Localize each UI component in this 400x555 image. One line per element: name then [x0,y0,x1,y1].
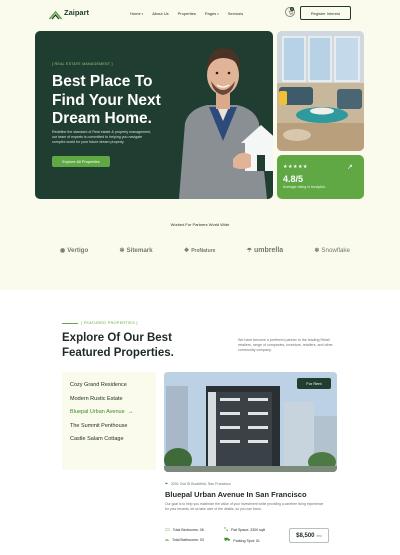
featured-title-line: Explore Of Our Best [62,332,172,344]
nav-about-label: About Us [152,11,169,16]
price-tag: $8,500 /mo [289,528,329,543]
partners-logos: ◉ Vertigo ✻ Sitemark ❖ ProNature ☂ umbrella … [60,247,350,254]
living-room-image [277,31,364,151]
property-address-text: 3201 2nd St Buckfield, San Francisco [170,482,231,486]
agent-holding-house-image [179,48,273,199]
nav-properties[interactable]: Properties [178,11,196,16]
nav-properties-label: Properties [177,11,196,16]
partner-umbrella: ☂ umbrella [247,247,284,254]
hero-card: [ REAL ESTATE MANAGEMENT ] Best Place To… [35,31,273,199]
property-list-item[interactable]: The Summit Penthouse [70,423,127,429]
property-list-label: Castle Salam Cottage [70,436,124,442]
nav-home-label: Home [130,11,141,16]
nav-about[interactable]: About Us [152,11,168,16]
umbrella-icon: ☂ [246,248,252,254]
rating-stars-icon: ★★★★★ [283,164,308,170]
area-icon: ⤡ [224,527,229,533]
for-rent-badge: For Rent [297,378,331,389]
partner-name: umbrella [253,247,284,254]
property-list-label: The Summit Penthouse [70,423,128,429]
house-logo-icon [48,7,63,20]
nav-services-label: Services [227,11,244,16]
property-title[interactable]: Bluepal Urban Avenue In San Francisco [165,490,307,499]
register-interest-button[interactable]: Register Interest [300,6,351,20]
snowflake-icon: ❄ [314,248,320,254]
feature-text: Parking Spot: 01 [233,538,260,543]
property-list-label: Modern Rustic Estate [70,396,123,402]
partner-pronature: ❖ ProNature [183,247,216,255]
nav-services[interactable]: Services [228,11,243,16]
feature-text: Total Bathrooms: 03 [171,538,204,542]
property-address: ⌖ 3201 2nd St Buckfield, San Francisco [165,481,231,487]
partner-vertigo: ◉ Vertigo [60,247,88,254]
property-list-item[interactable]: Castle Salam Cottage [70,436,124,442]
property-list-item[interactable]: Cozy Grand Residence [70,382,127,388]
feature-text: Total Bedrooms: 06 [172,528,204,532]
explore-properties-button[interactable]: Explore All Properties [52,156,110,167]
featured-tag-text: [ FEATURED PROPERTIES ] [81,321,138,325]
feature-parking: ⛟ Parking Spot: 01 [224,537,260,544]
partner-sitemark: ✻ Sitemark [119,247,152,254]
featured-title: Explore Of Our Best Featured Properties. [62,331,222,360]
partner-name: Sitemark [126,247,153,254]
brand-logo[interactable]: Zaipart [48,7,90,20]
brand-name: Zaipart [64,7,90,17]
partners-title: Worked For Partners World Wide [170,222,230,227]
property-description: Our goal is to help you maximize the val… [165,502,324,511]
featured-description: We have become a preferred partner to th… [238,338,333,353]
nav-home[interactable]: Home ▾ [130,11,143,16]
bed-icon: ▭ [165,527,170,533]
featured-title-line: Featured Properties. [62,346,174,359]
divider [62,322,78,324]
pronature-icon: ❖ [183,248,190,254]
rating-card: ★★★★★ 4.8/5 Average rating in trustpilot… [277,155,364,199]
vertigo-icon: ◉ [60,248,66,254]
feature-bathrooms: ⌓ Total Bathrooms: 03 [165,537,204,543]
chevron-down-icon: ▾ [217,11,219,16]
property-list-label: Cozy Grand Residence [70,382,127,388]
car-icon: ⛟ [224,537,231,543]
bath-icon: ⌓ [165,537,169,543]
cart-count-badge: 0 [290,7,294,11]
property-list-item[interactable]: Modern Rustic Estate [70,396,123,402]
location-pin-icon: ⌖ [165,481,168,487]
arrow-right-icon: → [127,409,134,415]
nav-pages-label: Pages [204,11,217,16]
partner-snowflake: ❄ Snowflake [314,247,350,254]
feature-text: Flat Space: 3300 sqft [231,528,265,532]
featured-tag: [ FEATURED PROPERTIES ] [62,321,138,325]
feature-bedrooms: ▭ Total Bedrooms: 06 [165,527,204,533]
nav-pages[interactable]: Pages ▾ [205,11,219,16]
partner-name: Vertigo [67,247,89,254]
partner-name: ProNature [191,247,216,254]
price-value: $8,500 [296,532,315,539]
price-unit: /mo [316,533,322,538]
property-list-label: Bluepal Urban Avenue [70,409,125,415]
rating-label: Average rating in trustpilot. [283,185,326,189]
property-list: Cozy Grand Residence Modern Rustic Estat… [62,372,156,470]
arrow-up-right-icon[interactable]: ↗ [347,163,353,171]
hero-description: Redefine the standard of Real estate & p… [52,130,152,145]
property-list-item-active[interactable]: Bluepal Urban Avenue → [70,409,134,415]
main-nav: Home ▾ About Us Properties Pages ▾ Service… [130,11,243,16]
feature-flat-space: ⤡ Flat Space: 3300 sqft [224,527,265,533]
partner-name: Snowflake [321,247,350,254]
rating-value: 4.8/5 [283,174,304,184]
chevron-down-icon: ▾ [141,11,144,16]
hero-tag: [ REAL ESTATE MANAGEMENT ] [52,62,113,66]
sitemark-icon: ✻ [119,248,125,254]
